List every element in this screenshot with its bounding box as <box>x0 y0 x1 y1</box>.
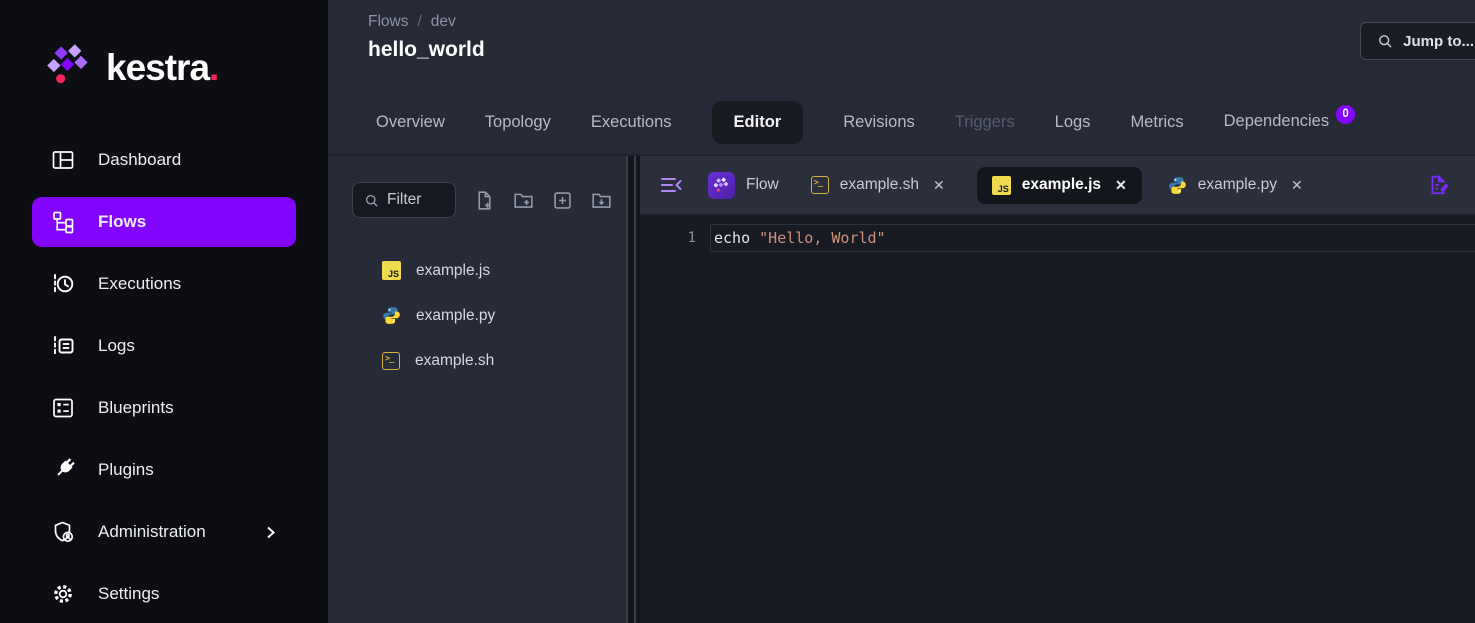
executions-icon <box>50 271 76 297</box>
file-list: JS example.js example.py >_ example.sh <box>352 248 626 383</box>
breadcrumb: Flows / dev <box>368 13 1475 31</box>
code-command: echo <box>714 229 759 247</box>
add-button[interactable] <box>552 190 573 211</box>
plus-box-icon <box>552 190 573 211</box>
close-tab-icon[interactable]: ✕ <box>933 177 945 194</box>
page-title: hello_world <box>368 38 1475 62</box>
javascript-icon: JS <box>992 176 1011 195</box>
tab-editor[interactable]: Editor <box>712 101 804 144</box>
file-item-example-sh[interactable]: >_ example.sh <box>382 338 626 383</box>
breadcrumb-namespace[interactable]: dev <box>431 13 456 31</box>
editor-tab-flow[interactable]: Flow <box>708 172 779 199</box>
kestra-logo-icon <box>46 44 92 91</box>
current-line: echo "Hello, World" <box>710 224 1475 252</box>
import-folder-button[interactable] <box>591 190 612 211</box>
main-area: Flows / dev hello_world Jump to... Overv… <box>328 0 1475 623</box>
kestra-flow-icon <box>708 172 735 199</box>
flow-tab-bar: Overview Topology Executions Editor Revi… <box>328 90 1475 155</box>
breadcrumb-separator: / <box>417 13 421 31</box>
tab-dependencies[interactable]: Dependencies0 <box>1224 112 1356 133</box>
tab-triggers: Triggers <box>955 113 1015 132</box>
sidebar: kestra. Dashboard Flows Executions <box>0 0 328 623</box>
menu-collapse-icon <box>660 174 682 196</box>
blueprints-icon <box>50 395 76 421</box>
sidebar-item-logs[interactable]: Logs <box>32 321 296 371</box>
sidebar-item-plugins[interactable]: Plugins <box>32 445 296 495</box>
kestra-logo[interactable]: kestra. <box>0 0 328 135</box>
file-plus-icon <box>474 190 495 211</box>
sidebar-item-settings[interactable]: Settings <box>32 569 296 619</box>
sidebar-item-executions[interactable]: Executions <box>32 259 296 309</box>
file-item-example-py[interactable]: example.py <box>382 293 626 338</box>
tab-overview[interactable]: Overview <box>376 113 445 132</box>
python-icon <box>1168 176 1187 195</box>
sidebar-item-dashboard[interactable]: Dashboard <box>32 135 296 185</box>
editor-content-row: JS example.js example.py >_ example.sh <box>328 155 1475 623</box>
code-editor[interactable]: 1 echo "Hello, World" <box>640 214 1475 623</box>
explorer-toolbar <box>352 182 626 218</box>
file-edit-icon <box>1427 174 1449 196</box>
administration-icon <box>50 519 76 545</box>
folder-download-icon <box>591 190 612 211</box>
python-icon <box>382 306 401 325</box>
editor-tab-example-py[interactable]: example.py ✕ <box>1168 176 1303 195</box>
edit-flow-button[interactable] <box>1427 174 1449 196</box>
jump-to-button[interactable]: Jump to... <box>1360 22 1475 60</box>
code-string: "Hello, World" <box>759 229 885 247</box>
search-icon <box>364 193 379 208</box>
breadcrumb-flows[interactable]: Flows <box>368 13 408 31</box>
dashboard-icon <box>50 147 76 173</box>
sidebar-item-flows[interactable]: Flows <box>32 197 296 247</box>
editor: Flow >_ example.sh ✕ JS example.js ✕ <box>640 156 1475 623</box>
plugins-icon <box>50 457 76 483</box>
editor-tab-bar: Flow >_ example.sh ✕ JS example.js ✕ <box>640 156 1475 214</box>
code-line-1: 1 echo "Hello, World" <box>640 224 1475 252</box>
javascript-icon: JS <box>382 261 401 280</box>
brand-dot: . <box>209 47 218 88</box>
close-tab-icon[interactable]: ✕ <box>1291 177 1303 194</box>
tab-revisions[interactable]: Revisions <box>843 113 915 132</box>
sidebar-item-administration[interactable]: Administration <box>32 507 296 557</box>
kestra-app: kestra. Dashboard Flows Executions <box>0 0 1475 623</box>
page-header: Flows / dev hello_world Jump to... <box>328 0 1475 90</box>
shell-icon: >_ <box>382 352 400 370</box>
filter-box[interactable] <box>352 182 456 218</box>
logs-icon <box>50 333 76 359</box>
editor-tab-example-js[interactable]: JS example.js ✕ <box>977 167 1142 204</box>
collapse-explorer-button[interactable] <box>660 174 682 196</box>
tab-topology[interactable]: Topology <box>485 113 551 132</box>
tab-logs[interactable]: Logs <box>1055 113 1091 132</box>
sidebar-item-blueprints[interactable]: Blueprints <box>32 383 296 433</box>
settings-icon <box>50 581 76 607</box>
tab-executions[interactable]: Executions <box>591 113 672 132</box>
flows-icon <box>50 209 76 235</box>
dependencies-count-badge: 0 <box>1336 105 1355 124</box>
new-file-button[interactable] <box>474 190 495 211</box>
filter-input[interactable] <box>387 191 447 209</box>
tab-metrics[interactable]: Metrics <box>1130 113 1183 132</box>
shell-icon: >_ <box>811 176 829 194</box>
folder-plus-icon <box>513 190 534 211</box>
sidebar-nav: Dashboard Flows Executions Logs <box>0 135 328 619</box>
panel-splitter[interactable] <box>626 156 640 623</box>
new-folder-button[interactable] <box>513 190 534 211</box>
kestra-wordmark: kestra. <box>106 47 218 89</box>
file-item-example-js[interactable]: JS example.js <box>382 248 626 293</box>
editor-tab-example-sh[interactable]: >_ example.sh ✕ <box>811 176 945 194</box>
chevron-right-icon <box>263 525 278 540</box>
close-tab-icon[interactable]: ✕ <box>1115 177 1127 194</box>
file-explorer: JS example.js example.py >_ example.sh <box>328 156 626 623</box>
search-icon <box>1377 33 1393 49</box>
line-number: 1 <box>640 224 710 252</box>
